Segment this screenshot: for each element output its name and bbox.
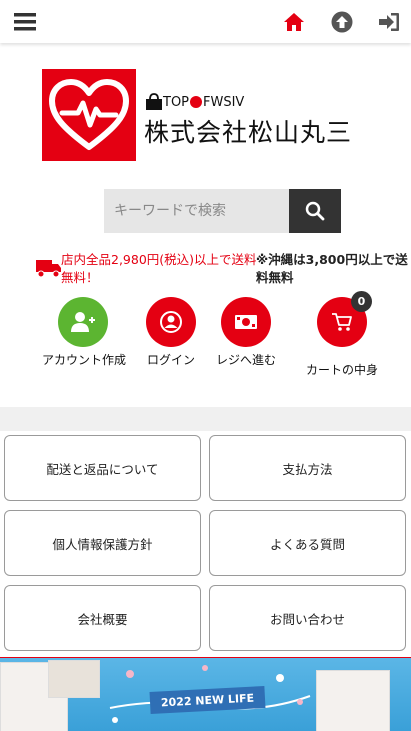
create-account-button[interactable] xyxy=(58,297,108,347)
search-button[interactable] xyxy=(289,189,341,233)
login-button[interactable] xyxy=(146,297,196,347)
privacy-policy-link[interactable]: 個人情報保護方針 xyxy=(4,510,201,576)
brand-line: TOP FWSIV xyxy=(145,93,244,111)
payment-methods-link[interactable]: 支払方法 xyxy=(209,435,406,501)
shopping-bag-icon xyxy=(146,93,162,110)
search-input[interactable] xyxy=(104,189,289,233)
sign-in-icon[interactable] xyxy=(376,9,402,35)
user-icon xyxy=(160,311,182,333)
shipping-free-text: 店内全品2,980円(税込)以上で送料無料！ xyxy=(61,252,257,285)
arrow-up-circle-icon[interactable] xyxy=(329,9,355,35)
search-icon xyxy=(305,201,325,221)
brand-name: TOP xyxy=(163,94,190,110)
shipping-okinawa-text: ※沖縄は3,800円以上で送料無料 xyxy=(256,252,408,285)
add-user-icon xyxy=(71,312,95,332)
heart-pulse-icon[interactable] xyxy=(42,69,136,161)
hamburger-menu-icon[interactable] xyxy=(12,9,38,35)
brand-dot xyxy=(190,96,203,108)
company-name[interactable]: 株式会社松山丸三 xyxy=(144,113,352,149)
promo-banner[interactable]: 2022 NEW LIFE xyxy=(0,657,411,731)
contact-link[interactable]: お問い合わせ xyxy=(209,585,406,651)
cart-count-badge: 0 xyxy=(351,291,372,312)
brand-suffix: FWSIV xyxy=(203,94,245,110)
checkout-button[interactable] xyxy=(221,297,271,347)
top-bar xyxy=(0,0,411,43)
company-profile-link[interactable]: 会社概要 xyxy=(4,585,201,651)
home-icon[interactable] xyxy=(281,9,307,35)
login-label[interactable]: ログイン xyxy=(141,351,201,368)
shipping-returns-link[interactable]: 配送と返品について xyxy=(4,435,201,501)
faq-link[interactable]: よくある質問 xyxy=(209,510,406,576)
cart-icon xyxy=(332,313,352,331)
section-divider xyxy=(0,407,411,431)
checkout-label[interactable]: レジへ進む xyxy=(211,351,281,368)
create-account-label[interactable]: アカウント作成 xyxy=(39,351,129,368)
cart-label[interactable]: カートの中身 xyxy=(297,361,387,378)
money-icon xyxy=(235,315,257,329)
truck-icon xyxy=(36,258,62,282)
